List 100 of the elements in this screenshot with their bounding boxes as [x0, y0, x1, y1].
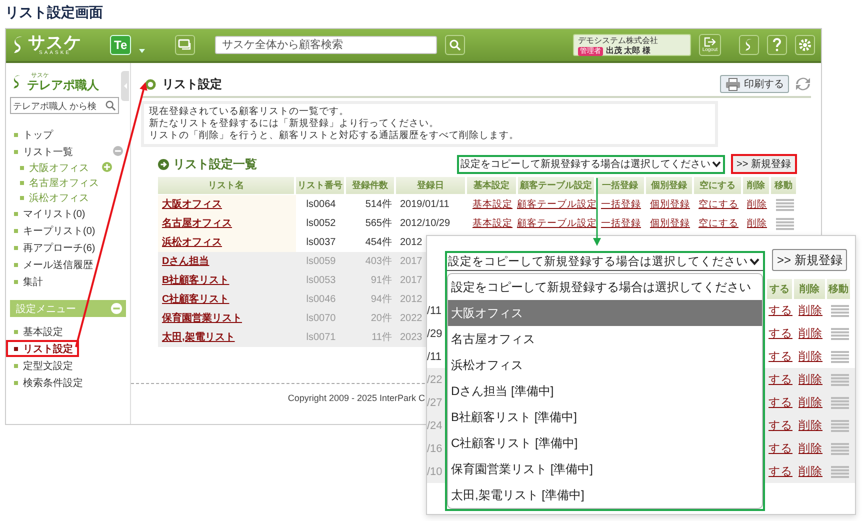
dropdown-option[interactable]: C社顧客リスト [準備中]	[448, 430, 762, 456]
action-link[interactable]: する	[768, 372, 792, 387]
collapse-icon[interactable]	[113, 146, 123, 156]
table-cell: /27	[427, 396, 442, 408]
action-link[interactable]: 削除	[798, 441, 822, 456]
sidebar-item[interactable]: マイリスト(0)	[6, 205, 130, 222]
dropdown-option[interactable]: B社顧客リスト [準備中]	[448, 404, 762, 430]
action-link[interactable]: 一括登録	[601, 218, 641, 230]
sidebar-item[interactable]: 定型文設定	[6, 357, 130, 374]
sidebar-item[interactable]: リスト一覧	[6, 143, 130, 160]
chat-button[interactable]	[175, 35, 196, 55]
drag-handle-icon[interactable]	[830, 442, 848, 454]
logo-icon	[744, 38, 754, 52]
table-cell: /29	[427, 328, 442, 340]
action-link[interactable]: する	[768, 326, 792, 341]
table-cell: ls0070	[306, 312, 336, 324]
drag-handle-icon[interactable]	[776, 198, 794, 210]
table-cell: 565件	[365, 218, 392, 230]
table-cell: 91件	[370, 274, 392, 286]
dropdown-option[interactable]: 保育園営業リスト [準備中]	[448, 456, 762, 482]
column-header: 基本設定	[467, 177, 518, 194]
action-link[interactable]: 個別登録	[650, 218, 690, 230]
settings-button[interactable]	[795, 35, 815, 55]
action-link[interactable]: 一括登録	[601, 198, 641, 210]
action-link[interactable]: 顧客テーブル設定	[517, 198, 597, 210]
dropdown-option[interactable]: Dさん担当 [準備中]	[448, 378, 762, 404]
table-cell: 94件	[370, 294, 392, 306]
drag-handle-icon[interactable]	[776, 218, 794, 230]
dropdown-option[interactable]: 太田,架電リスト [準備中]	[448, 482, 762, 508]
question-mark-icon	[772, 38, 782, 52]
collapse-icon[interactable]	[111, 303, 122, 314]
column-header: する	[767, 279, 794, 299]
action-link[interactable]: 基本設定	[472, 198, 512, 210]
column-header: リスト名	[158, 177, 296, 194]
action-link[interactable]: する	[768, 418, 792, 433]
drag-handle-icon[interactable]	[830, 304, 848, 316]
sidebar-item[interactable]: 再アプローチ(6)	[6, 239, 130, 256]
action-link[interactable]: 削除	[798, 303, 822, 318]
copy-settings-select[interactable]: 設定をコピーして新規登録する場合は選択してください	[447, 253, 763, 271]
sidebar-item[interactable]: メール送信履歴	[6, 256, 130, 273]
search-button[interactable]	[445, 35, 466, 55]
action-link[interactable]: 基本設定	[472, 218, 512, 230]
table-cell: 2012	[400, 294, 422, 306]
sidebar-item[interactable]: 検索条件設定	[6, 374, 130, 391]
table-cell: 454件	[365, 236, 392, 248]
action-link[interactable]: 個別登録	[650, 198, 690, 210]
action-link[interactable]: 削除	[747, 198, 767, 210]
action-link[interactable]: 削除	[798, 418, 822, 433]
list-name-link[interactable]: 保育園営業リスト	[162, 312, 242, 324]
action-link[interactable]: 削除	[798, 395, 822, 410]
copy-settings-select[interactable]: 設定をコピーして新規登録する場合は選択してください	[456, 154, 725, 174]
action-link[interactable]: 削除	[798, 326, 822, 341]
sidebar-item[interactable]: リスト設定	[6, 340, 79, 357]
action-link[interactable]: する	[768, 441, 792, 456]
sidebar-item[interactable]: キープリスト(0)	[6, 222, 130, 239]
drag-handle-icon[interactable]	[830, 420, 848, 432]
list-name-link[interactable]: C社顧客リスト	[162, 294, 230, 306]
page-title: リスト設定画面	[5, 3, 103, 21]
search-icon	[449, 39, 462, 51]
action-link[interactable]: 削除	[747, 218, 767, 230]
collapse-handle[interactable]	[121, 71, 129, 101]
list-name-link[interactable]: Dさん担当	[162, 256, 210, 268]
action-link[interactable]: する	[768, 464, 792, 479]
action-link[interactable]: 削除	[798, 372, 822, 387]
dropdown-option[interactable]: 名古屋オフィス	[448, 326, 762, 352]
action-link[interactable]: 顧客テーブル設定	[517, 218, 597, 230]
drag-handle-icon[interactable]	[830, 374, 848, 386]
help-button[interactable]	[767, 35, 787, 55]
drag-handle-icon[interactable]	[830, 328, 848, 340]
new-register-button[interactable]: >> 新規登録	[730, 154, 797, 174]
new-register-button[interactable]: >> 新規登録	[772, 249, 848, 271]
sidebar-item[interactable]: トップ	[6, 126, 130, 143]
dropdown-option[interactable]: 大阪オフィス	[448, 300, 762, 326]
search-icon[interactable]	[105, 100, 116, 111]
drag-handle-icon[interactable]	[830, 350, 848, 362]
add-icon[interactable]	[102, 162, 112, 172]
column-header: 顧客テーブル設定	[518, 177, 596, 194]
drag-handle-icon[interactable]	[830, 396, 848, 408]
action-link[interactable]: 削除	[798, 349, 822, 364]
list-name-link[interactable]: 太田,架電リスト	[162, 332, 235, 344]
dropdown-option[interactable]: 設定をコピーして新規登録する場合は選択してください	[448, 274, 762, 300]
dropdown-option[interactable]: 浜松オフィス	[448, 352, 762, 378]
search-field[interactable]: サスケ全体から顧客検索	[215, 36, 438, 54]
list-name-link[interactable]: B社顧客リスト	[162, 274, 230, 286]
list-heading: リスト設定一覧	[173, 156, 257, 172]
sidebar-search-field[interactable]: テレアポ職人 から検	[10, 97, 119, 114]
sidebar-item[interactable]: 基本設定	[6, 323, 130, 340]
refresh-icon[interactable]	[795, 76, 811, 92]
logo-text: サスケ	[28, 34, 82, 51]
action-link[interactable]: する	[768, 395, 792, 410]
action-link[interactable]: 空にする	[698, 198, 738, 210]
action-link[interactable]: する	[768, 303, 792, 318]
drag-handle-icon[interactable]	[830, 466, 848, 478]
action-link[interactable]: する	[768, 349, 792, 364]
action-link[interactable]: 削除	[798, 464, 822, 479]
logo-button[interactable]	[739, 35, 759, 55]
action-link[interactable]: 空にする	[698, 218, 738, 230]
sidebar-item[interactable]: 集計	[6, 273, 130, 290]
caret-icon[interactable]	[139, 49, 146, 53]
print-button[interactable]: 印刷する	[720, 75, 789, 93]
